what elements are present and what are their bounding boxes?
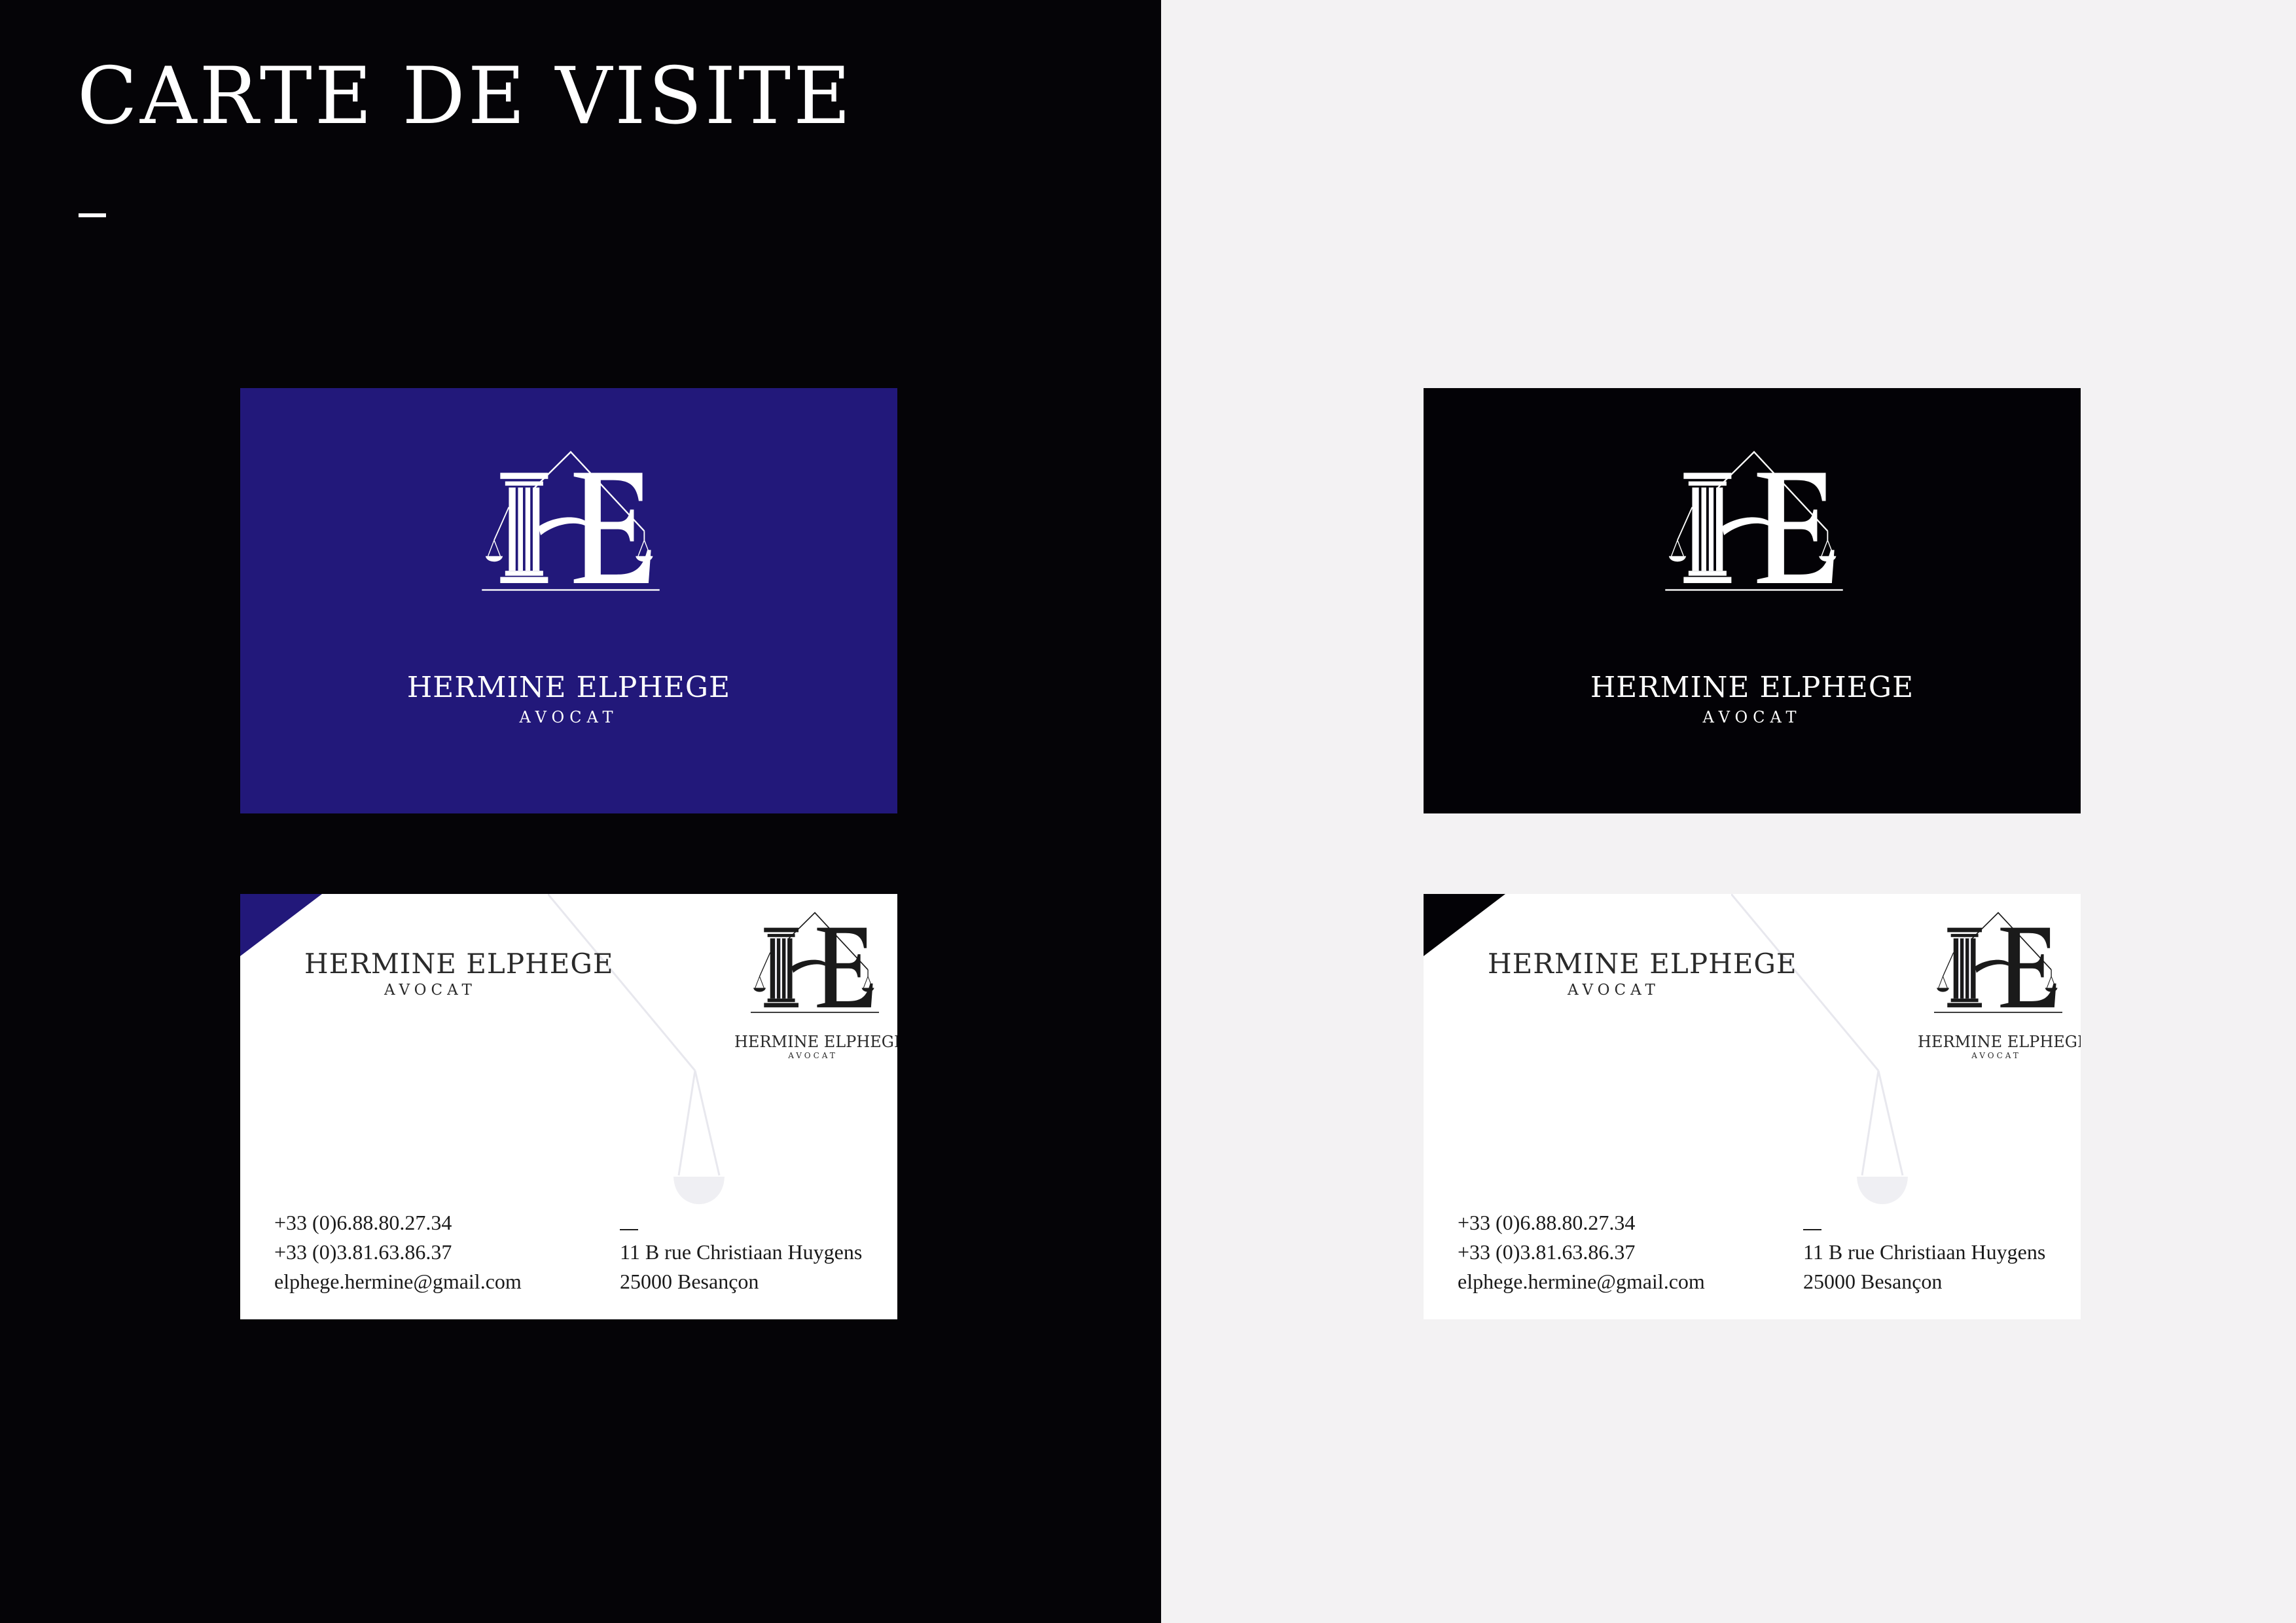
logo-subtitle: AVOCAT	[1971, 1051, 2021, 1060]
street: 11 B rue Christiaan Huygens	[620, 1240, 863, 1264]
phone-mobile: +33 (0)6.88.80.27.34	[1458, 1211, 1636, 1234]
logo-name: HERMINE ELPHEGE	[1918, 1033, 2081, 1051]
address-block: 11 B rue Christiaan Huygens 25000 Besanç…	[1803, 1238, 2045, 1296]
he-logo-icon	[481, 451, 660, 592]
title-dash	[79, 213, 106, 217]
phone-office: +33 (0)3.81.63.86.37	[274, 1240, 452, 1264]
he-logo-icon	[1664, 451, 1844, 592]
scale-watermark-icon	[1731, 894, 1908, 1204]
street: 11 B rue Christiaan Huygens	[1803, 1240, 2046, 1264]
email: elphege.hermine@gmail.com	[274, 1270, 522, 1293]
card-name: HERMINE ELPHEGE	[1590, 671, 1914, 704]
he-logo-icon	[751, 912, 879, 1014]
phone-mobile: +33 (0)6.88.80.27.34	[274, 1211, 452, 1234]
card-subtitle: AVOCAT	[384, 982, 476, 999]
card-back-navy: HERMINE ELPHEGE AVOCAT HERMINE ELPHEGE A…	[240, 894, 897, 1319]
card-front-navy: HERMINE ELPHEGE AVOCAT	[240, 388, 897, 813]
email: elphege.hermine@gmail.com	[1458, 1270, 1705, 1293]
address-dash	[620, 1229, 638, 1230]
city: 25000 Besançon	[620, 1270, 759, 1293]
address-block: 11 B rue Christiaan Huygens 25000 Besanç…	[620, 1238, 862, 1296]
logo-name: HERMINE ELPHEGE	[734, 1033, 897, 1051]
card-name: HERMINE ELPHEGE	[406, 671, 731, 704]
corner-accent-icon	[240, 894, 322, 956]
card-subtitle: AVOCAT	[1568, 982, 1660, 999]
page-title: CARTE DE VISITE	[77, 51, 853, 142]
scale-watermark-icon	[548, 894, 725, 1204]
card-name: HERMINE ELPHEGE	[1488, 948, 1797, 980]
card-subtitle: AVOCAT	[1702, 708, 1802, 726]
card-back-black: HERMINE ELPHEGE AVOCAT HERMINE ELPHEGE A…	[1424, 894, 2081, 1319]
contact-block: +33 (0)6.88.80.27.34 +33 (0)3.81.63.86.3…	[1458, 1208, 1705, 1296]
card-name: HERMINE ELPHEGE	[304, 948, 614, 980]
card-subtitle: AVOCAT	[519, 708, 619, 726]
he-logo-icon	[1934, 912, 2062, 1014]
phone-office: +33 (0)3.81.63.86.37	[1458, 1240, 1636, 1264]
logo-subtitle: AVOCAT	[788, 1051, 838, 1060]
card-front-black: HERMINE ELPHEGE AVOCAT	[1424, 388, 2081, 813]
city: 25000 Besançon	[1803, 1270, 1943, 1293]
corner-accent-icon	[1424, 894, 1505, 956]
address-dash	[1803, 1229, 1821, 1230]
contact-block: +33 (0)6.88.80.27.34 +33 (0)3.81.63.86.3…	[274, 1208, 522, 1296]
